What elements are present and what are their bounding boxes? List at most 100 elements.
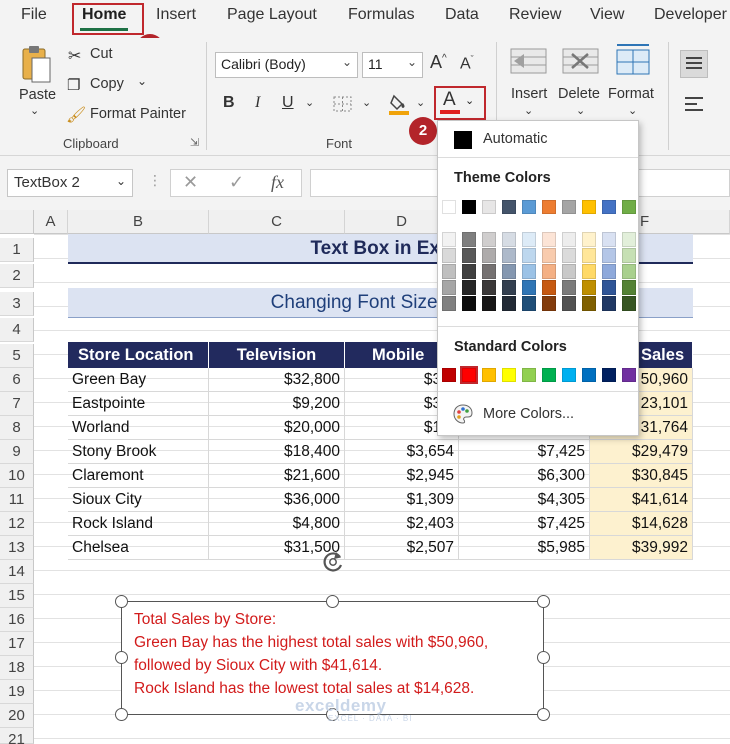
format-dropdown-icon[interactable]: ⌄: [628, 104, 637, 117]
theme-shade-swatch[interactable]: [542, 248, 556, 263]
table-cell[interactable]: $41,614: [590, 488, 693, 512]
text-box-line-1[interactable]: Total Sales by Store:: [134, 611, 276, 629]
automatic-color-option[interactable]: Automatic: [438, 121, 638, 157]
delete-cells-button[interactable]: Delete: [558, 86, 600, 102]
font-family-select[interactable]: Calibri (Body) ⌄: [215, 52, 358, 78]
align-top-button[interactable]: [680, 50, 708, 78]
theme-shade-swatch[interactable]: [462, 296, 476, 311]
theme-shade-swatch[interactable]: [522, 280, 536, 295]
theme-shade-swatch[interactable]: [462, 264, 476, 279]
table-cell[interactable]: Claremont: [68, 464, 209, 488]
table-cell[interactable]: $21,600: [209, 464, 345, 488]
row-header[interactable]: 20: [0, 704, 34, 728]
table-cell[interactable]: $9,200: [209, 392, 345, 416]
table-cell[interactable]: $2,945: [345, 464, 459, 488]
theme-shade-swatch[interactable]: [542, 280, 556, 295]
row-header[interactable]: 12: [0, 512, 34, 536]
row-header[interactable]: 9: [0, 440, 34, 464]
cut-icon[interactable]: ✂: [68, 46, 81, 66]
theme-shade-swatch[interactable]: [562, 280, 576, 295]
theme-shade-swatch[interactable]: [562, 264, 576, 279]
row-header[interactable]: 17: [0, 632, 34, 656]
copy-button[interactable]: Copy: [90, 76, 124, 92]
table-cell[interactable]: Chelsea: [68, 536, 209, 560]
theme-color-swatch[interactable]: [582, 200, 596, 214]
underline-button[interactable]: U: [282, 94, 294, 112]
header-television[interactable]: Television: [209, 342, 345, 368]
theme-shade-swatch[interactable]: [502, 248, 516, 263]
theme-shade-swatch[interactable]: [442, 280, 456, 295]
theme-color-swatch[interactable]: [482, 200, 496, 214]
theme-shade-swatch[interactable]: [502, 280, 516, 295]
resize-handle-right[interactable]: [537, 651, 550, 664]
resize-handle-bottom-right[interactable]: [537, 708, 550, 721]
theme-shade-swatch[interactable]: [562, 296, 576, 311]
insert-dropdown-icon[interactable]: ⌄: [524, 104, 533, 117]
theme-shade-swatch[interactable]: [502, 296, 516, 311]
standard-color-swatch[interactable]: [602, 368, 616, 382]
column-header-b[interactable]: B: [68, 210, 209, 234]
theme-shade-swatch[interactable]: [582, 248, 596, 263]
table-cell[interactable]: Worland: [68, 416, 209, 440]
theme-color-swatch[interactable]: [562, 200, 576, 214]
theme-shade-swatch[interactable]: [502, 264, 516, 279]
resize-handle-top[interactable]: [326, 595, 339, 608]
column-header-a[interactable]: A: [34, 210, 68, 234]
underline-dropdown-icon[interactable]: ⌄: [305, 96, 314, 109]
theme-shade-swatch[interactable]: [582, 232, 596, 247]
table-cell[interactable]: $18,400: [209, 440, 345, 464]
increase-font-size-icon[interactable]: A^: [430, 52, 447, 73]
column-header-c[interactable]: C: [209, 210, 345, 234]
theme-color-swatch[interactable]: [462, 200, 476, 214]
theme-shade-swatch[interactable]: [622, 280, 636, 295]
format-painter-icon[interactable]: 🖌: [66, 105, 86, 125]
theme-shade-swatch[interactable]: [442, 232, 456, 247]
standard-color-swatch[interactable]: [582, 368, 596, 382]
table-cell[interactable]: $4,305: [459, 488, 590, 512]
tab-view[interactable]: View: [590, 6, 624, 24]
theme-shade-swatch[interactable]: [442, 264, 456, 279]
resize-handle-top-left[interactable]: [115, 595, 128, 608]
theme-shade-swatch[interactable]: [602, 280, 616, 295]
theme-color-swatch[interactable]: [442, 200, 456, 214]
standard-color-swatch[interactable]: [542, 368, 556, 382]
paste-label[interactable]: Paste: [19, 87, 56, 103]
table-cell[interactable]: $39,992: [590, 536, 693, 560]
insert-cells-button[interactable]: Insert: [511, 86, 547, 102]
theme-color-swatch[interactable]: [502, 200, 516, 214]
theme-shade-swatch[interactable]: [482, 248, 496, 263]
format-cells-button[interactable]: Format: [608, 86, 654, 102]
theme-shade-swatch[interactable]: [622, 264, 636, 279]
tab-page-layout[interactable]: Page Layout: [227, 6, 317, 24]
borders-dropdown-icon[interactable]: ⌄: [362, 96, 371, 109]
text-box-line-3[interactable]: followed by Sioux City with $41,614.: [134, 657, 382, 675]
table-cell[interactable]: Green Bay: [68, 368, 209, 392]
table-cell[interactable]: $14,628: [590, 512, 693, 536]
theme-shade-swatch[interactable]: [482, 296, 496, 311]
table-cell[interactable]: $5,985: [459, 536, 590, 560]
theme-shade-swatch[interactable]: [542, 264, 556, 279]
font-size-select[interactable]: 11 ⌄: [362, 52, 423, 78]
row-header[interactable]: 11: [0, 488, 34, 512]
borders-icon[interactable]: [332, 95, 354, 113]
delete-cells-icon[interactable]: [562, 46, 600, 76]
standard-color-swatch[interactable]: [622, 368, 636, 382]
fill-color-icon[interactable]: [388, 92, 412, 116]
theme-shade-swatch[interactable]: [542, 232, 556, 247]
theme-shade-swatch[interactable]: [482, 264, 496, 279]
theme-shade-swatch[interactable]: [522, 264, 536, 279]
bold-button[interactable]: B: [223, 94, 235, 112]
theme-shade-swatch[interactable]: [522, 248, 536, 263]
tab-data[interactable]: Data: [445, 6, 479, 24]
row-header[interactable]: 7: [0, 392, 34, 416]
table-cell[interactable]: $4,800: [209, 512, 345, 536]
tab-review[interactable]: Review: [509, 6, 561, 24]
copy-icon[interactable]: ❐: [67, 76, 80, 94]
table-cell[interactable]: $7,425: [459, 512, 590, 536]
theme-shade-swatch[interactable]: [562, 248, 576, 263]
decrease-font-size-icon[interactable]: Aˇ: [460, 54, 474, 73]
theme-shade-swatch[interactable]: [562, 232, 576, 247]
table-cell[interactable]: Sioux City: [68, 488, 209, 512]
name-box[interactable]: TextBox 2 ⌄: [7, 169, 133, 197]
table-cell[interactable]: $6,300: [459, 464, 590, 488]
